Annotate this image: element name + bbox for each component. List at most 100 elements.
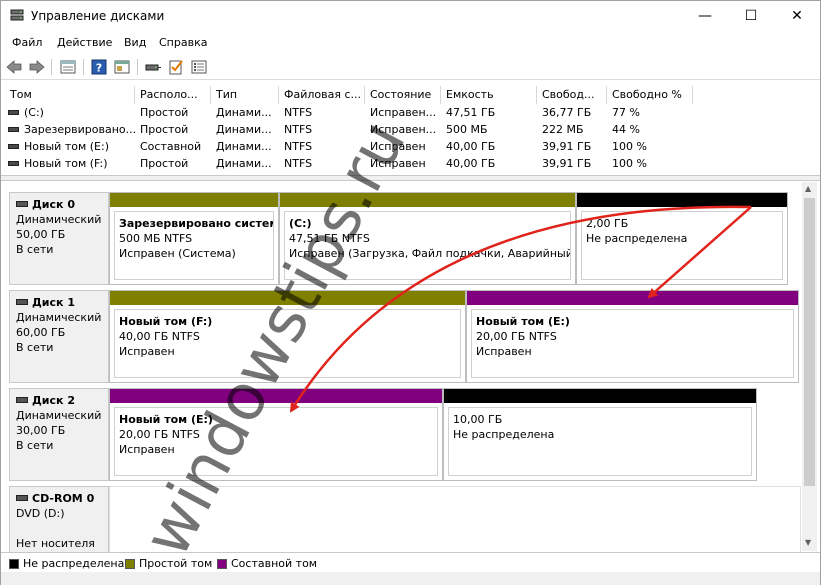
- disk-status: Нет носителя: [16, 537, 95, 550]
- volume-icon: [8, 143, 19, 149]
- partition-status: Не распределена: [453, 428, 555, 441]
- disk-icon: [16, 299, 28, 305]
- disk-2-label[interactable]: Диск 2 Динамический 30,00 ГБ В сети: [9, 388, 109, 481]
- column-header-volume[interactable]: Том: [5, 86, 135, 104]
- partition-c[interactable]: (C:) 47,51 ГБ NTFS Исправен (Загрузка, Ф…: [279, 192, 576, 285]
- column-header-status[interactable]: Состояние: [365, 86, 441, 104]
- volume-free: 36,77 ГБ: [542, 106, 592, 119]
- scroll-down-icon[interactable]: ▼: [805, 538, 811, 547]
- volume-name: Новый том (F:): [24, 157, 108, 170]
- disk-type: Динамический: [16, 213, 102, 226]
- disk-management-app-icon: [10, 9, 24, 21]
- volume-free: 222 МБ: [542, 123, 584, 136]
- disk-name: Диск 0: [32, 198, 75, 211]
- table-row[interactable]: (C:) Простой Динами... NTFS Исправен... …: [5, 105, 817, 122]
- partition-unallocated-disk2[interactable]: 10,00 ГБ Не распределена: [443, 388, 757, 481]
- forward-arrow-icon[interactable]: [28, 58, 46, 76]
- partition-color-bar: [110, 193, 278, 207]
- partition-size: 500 МБ NTFS: [119, 232, 193, 245]
- volume-status: Исправен: [370, 157, 426, 170]
- column-header-layout[interactable]: Располо...: [135, 86, 211, 104]
- close-button[interactable]: ✕: [774, 1, 820, 31]
- legend-label: Составной том: [231, 557, 318, 570]
- volume-free-percent: 44 %: [612, 123, 640, 136]
- disk-name: CD-ROM 0: [32, 492, 95, 505]
- partition-f[interactable]: Новый том (F:) 40,00 ГБ NTFS Исправен: [109, 290, 466, 383]
- legend-swatch-spanned: [217, 559, 227, 569]
- disk-icon: [16, 397, 28, 403]
- partition-status: Исправен (Загрузка, Файл подкачки, Авари…: [289, 247, 571, 260]
- disk-size: 30,00 ГБ: [16, 424, 66, 437]
- connect-drive-icon[interactable]: [144, 58, 162, 76]
- table-row[interactable]: Новый том (F:) Простой Динами... NTFS Ис…: [5, 156, 817, 173]
- partition-reserved[interactable]: Зарезервировано системо 500 МБ NTFS Испр…: [109, 192, 279, 285]
- column-header-free[interactable]: Свобод...: [537, 86, 607, 104]
- cdrom-0-label[interactable]: CD-ROM 0 DVD (D:) Нет носителя: [9, 486, 109, 556]
- settings-list-icon[interactable]: [190, 58, 208, 76]
- partition-unallocated-disk0[interactable]: 2,00 ГБ Не распределена: [576, 192, 788, 285]
- volume-filesystem: NTFS: [284, 157, 313, 170]
- table-row[interactable]: Новый том (E:) Составной Динами... NTFS …: [5, 139, 817, 156]
- disk-0-label[interactable]: Диск 0 Динамический 50,00 ГБ В сети: [9, 192, 109, 285]
- pane-splitter[interactable]: [1, 175, 820, 181]
- volume-capacity: 500 МБ: [446, 123, 488, 136]
- menu-file[interactable]: Файл: [12, 36, 42, 49]
- volume-filesystem: NTFS: [284, 123, 313, 136]
- partition-e-disk1[interactable]: Новый том (E:) 20,00 ГБ NTFS Исправен: [466, 290, 799, 383]
- partition-e-disk2[interactable]: Новый том (E:) 20,00 ГБ NTFS Исправен: [109, 388, 443, 481]
- menu-action[interactable]: Действие: [57, 36, 112, 49]
- partition-status: Исправен: [119, 443, 175, 456]
- disk-1-label[interactable]: Диск 1 Динамический 60,00 ГБ В сети: [9, 290, 109, 383]
- partition-size: 10,00 ГБ: [453, 413, 503, 426]
- table-row[interactable]: Зарезервировано... Простой Динами... NTF…: [5, 122, 817, 139]
- disk-name: Диск 2: [32, 394, 75, 407]
- disk-status: В сети: [16, 439, 54, 452]
- back-arrow-icon[interactable]: [5, 58, 23, 76]
- disk-name: Диск 1: [32, 296, 75, 309]
- partition-status: Исправен (Система): [119, 247, 236, 260]
- volume-capacity: 40,00 ГБ: [446, 157, 496, 170]
- partition-color-bar: [110, 291, 465, 305]
- disk-type: Динамический: [16, 311, 102, 324]
- column-header-type[interactable]: Тип: [211, 86, 279, 104]
- menu-view[interactable]: Вид: [124, 36, 146, 49]
- disk-size: 50,00 ГБ: [16, 228, 66, 241]
- volume-free-percent: 77 %: [612, 106, 640, 119]
- volume-layout: Простой: [140, 157, 189, 170]
- partition-title: (C:): [289, 217, 312, 230]
- window-title: Управление дисками: [31, 9, 165, 23]
- maximize-button[interactable]: ☐: [728, 1, 774, 31]
- help-icon[interactable]: ?: [90, 58, 108, 76]
- volume-capacity: 40,00 ГБ: [446, 140, 496, 153]
- volume-status: Исправен: [370, 140, 426, 153]
- vertical-scrollbar[interactable]: ▲ ▼: [802, 182, 817, 551]
- volume-type: Динами...: [216, 106, 272, 119]
- volume-free: 39,91 ГБ: [542, 157, 592, 170]
- partition-status: Исправен: [476, 345, 532, 358]
- scroll-up-icon[interactable]: ▲: [805, 184, 811, 193]
- volume-free-percent: 100 %: [612, 140, 647, 153]
- partition-title: Зарезервировано системо: [119, 217, 274, 230]
- minimize-button[interactable]: —: [682, 1, 728, 31]
- volume-type: Динами...: [216, 157, 272, 170]
- volume-layout: Составной: [140, 140, 202, 153]
- scrollbar-thumb[interactable]: [804, 198, 815, 486]
- column-header-capacity[interactable]: Емкость: [441, 86, 537, 104]
- partition-status: Не распределена: [586, 232, 688, 245]
- volume-name: Новый том (E:): [24, 140, 109, 153]
- properties-icon[interactable]: [113, 58, 131, 76]
- partition-size: 20,00 ГБ NTFS: [476, 330, 557, 343]
- legend-label: Не распределена: [23, 557, 125, 570]
- volume-icon: [8, 160, 19, 166]
- volume-list-icon[interactable]: [59, 58, 77, 76]
- disk-size: [16, 521, 108, 536]
- title-bar[interactable]: Управление дисками — ☐ ✕: [1, 1, 820, 31]
- checklist-icon[interactable]: [167, 58, 185, 76]
- column-header-free-percent[interactable]: Свободно %: [607, 86, 693, 104]
- volume-capacity: 47,51 ГБ: [446, 106, 496, 119]
- cdrom-partition-area[interactable]: [109, 486, 801, 556]
- menu-help[interactable]: Справка: [159, 36, 207, 49]
- partition-color-bar: [467, 291, 798, 305]
- disk-size: 60,00 ГБ: [16, 326, 66, 339]
- column-header-filesystem[interactable]: Файловая с...: [279, 86, 365, 104]
